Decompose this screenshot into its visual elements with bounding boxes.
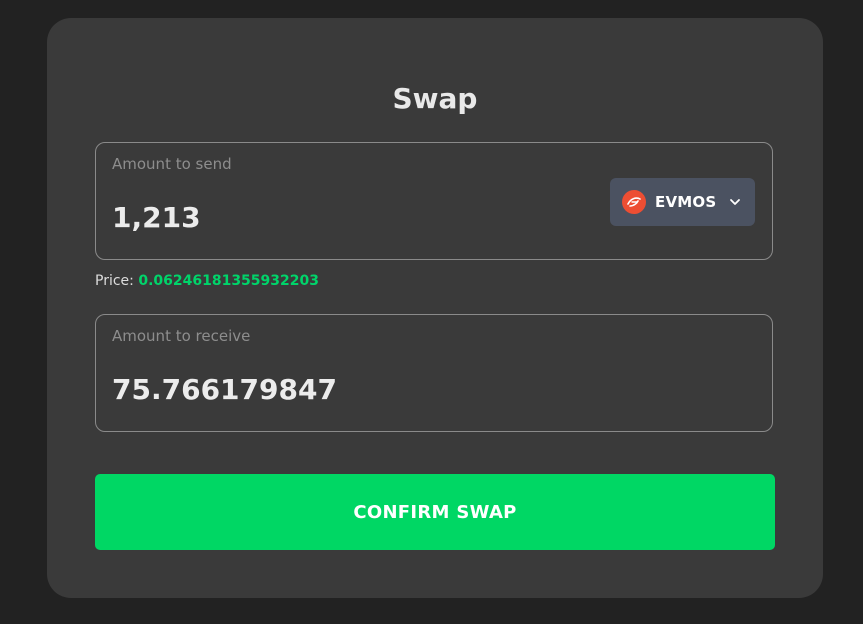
token-symbol: EVMOS [655,193,717,211]
send-amount-input[interactable]: 1,213 [112,201,201,235]
price-row: Price: 0.06246181355932203 [95,272,319,290]
swap-card: Swap Amount to send 1,213 EVMOS Price: 0… [47,18,823,598]
page-title: Swap [392,82,478,115]
evmos-logo-icon [622,190,646,214]
receive-amount-label: Amount to receive [112,327,251,345]
price-label: Price: [95,273,134,289]
price-value: 0.06246181355932203 [138,273,319,289]
receive-amount-field[interactable]: Amount to receive 75.766179847 [95,314,773,432]
send-amount-field[interactable]: Amount to send 1,213 EVMOS [95,142,773,260]
chevron-down-icon [728,195,742,209]
send-amount-label: Amount to send [112,155,232,173]
confirm-swap-button[interactable]: CONFIRM SWAP [95,474,775,550]
receive-amount-value[interactable]: 75.766179847 [112,373,337,407]
token-select-button[interactable]: EVMOS [610,178,755,226]
